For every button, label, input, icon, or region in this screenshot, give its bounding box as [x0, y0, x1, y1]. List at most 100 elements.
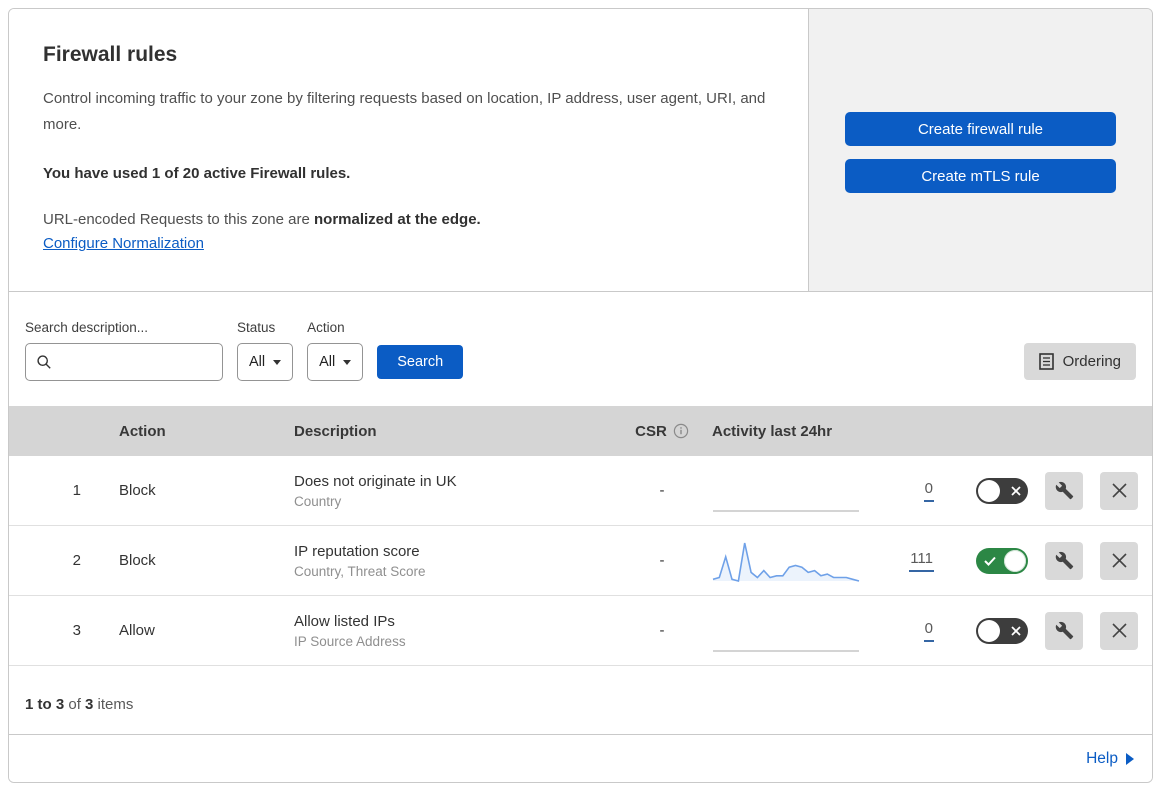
- rule-activity-cell: 0: [712, 608, 952, 654]
- table-row: 3 Allow Allow listed IPs IP Source Addre…: [9, 596, 1152, 666]
- rule-enabled-toggle[interactable]: [976, 477, 1028, 504]
- items-text: items: [93, 696, 134, 713]
- table-row: 1 Block Does not originate in UK Country…: [9, 456, 1152, 526]
- csr-header-label: CSR: [635, 422, 667, 440]
- rule-priority-number: 3: [72, 622, 81, 639]
- wrench-icon: [1055, 481, 1074, 500]
- rule-description-title: IP reputation score: [294, 542, 420, 560]
- activity-count-link[interactable]: 111: [862, 550, 934, 572]
- column-header-description: Description: [294, 422, 377, 440]
- search-button[interactable]: Search: [377, 345, 464, 379]
- rule-description-cell: Does not originate in UK Country: [274, 473, 612, 509]
- filter-bar: Search description... Status All Action …: [9, 292, 1152, 406]
- rule-description-fields: Country, Threat Score: [294, 563, 426, 579]
- arrow-right-icon: [1126, 752, 1134, 765]
- rule-description-title: Does not originate in UK: [294, 472, 457, 490]
- firewall-rules-card: Firewall rules Control incoming traffic …: [8, 8, 1153, 783]
- rule-enabled-toggle[interactable]: [976, 617, 1028, 644]
- toggle-knob: [978, 619, 1000, 642]
- rule-description-fields: Country: [294, 493, 342, 509]
- status-select-value: All: [249, 354, 266, 370]
- info-icon[interactable]: [673, 423, 689, 439]
- search-icon: [36, 354, 52, 370]
- toggle-knob: [978, 479, 1000, 502]
- page-description: Control incoming traffic to your zone by…: [43, 90, 766, 133]
- search-label: Search description...: [25, 320, 149, 335]
- delete-rule-button[interactable]: [1100, 471, 1138, 510]
- table-header-row: Action Description CSR Activity last 24h…: [9, 406, 1152, 456]
- action-field-group: Action All: [307, 320, 364, 381]
- of-text: of: [64, 696, 86, 713]
- close-icon: [1111, 552, 1128, 569]
- rule-description-cell: Allow listed IPs IP Source Address: [274, 613, 612, 649]
- column-header-action: Action: [119, 422, 166, 440]
- page-title: Firewall rules: [43, 43, 178, 66]
- rule-csr-value: -: [659, 552, 665, 569]
- search-input[interactable]: [60, 353, 212, 371]
- close-icon: [1111, 482, 1128, 499]
- rule-action: Block: [119, 552, 156, 569]
- rule-action: Block: [119, 482, 156, 499]
- help-link[interactable]: Help: [1086, 750, 1134, 768]
- activity-count-link[interactable]: 0: [862, 620, 934, 642]
- rule-controls: [952, 541, 1152, 580]
- rule-description-cell: IP reputation score Country, Threat Scor…: [274, 543, 612, 579]
- activity-sparkline: [712, 538, 862, 584]
- create-firewall-rule-button[interactable]: Create firewall rule: [845, 112, 1116, 146]
- edit-rule-button[interactable]: [1045, 611, 1083, 650]
- search-field-group: Search description...: [25, 320, 223, 381]
- action-select[interactable]: All: [307, 343, 364, 381]
- table-body: 1 Block Does not originate in UK Country…: [9, 456, 1152, 666]
- activity-sparkline: [712, 468, 862, 514]
- rule-description-fields: IP Source Address: [294, 633, 406, 649]
- rule-csr-value: -: [659, 482, 665, 499]
- rule-priority-number: 1: [72, 482, 81, 499]
- rule-priority-number: 2: [72, 552, 81, 569]
- normalization-bold: normalized at the edge.: [314, 211, 481, 228]
- range-text: 1 to 3: [25, 696, 65, 713]
- toggle-state-icon: [1011, 625, 1021, 636]
- ordering-button[interactable]: Ordering: [1023, 343, 1136, 380]
- create-mtls-rule-button[interactable]: Create mTLS rule: [845, 159, 1116, 193]
- rule-controls: [952, 471, 1152, 510]
- ordering-button-label: Ordering: [1062, 353, 1121, 370]
- header-panel: Firewall rules Control incoming traffic …: [9, 9, 809, 291]
- pagination-summary: 1 to 3 of 3 items: [9, 666, 1152, 734]
- help-link-label: Help: [1086, 749, 1118, 767]
- edit-rule-button[interactable]: [1045, 471, 1083, 510]
- rule-description-title: Allow listed IPs: [294, 612, 395, 630]
- column-header-activity: Activity last 24hr: [712, 422, 833, 440]
- delete-rule-button[interactable]: [1100, 541, 1138, 580]
- delete-rule-button[interactable]: [1100, 611, 1138, 650]
- rule-activity-cell: 111: [712, 538, 952, 584]
- rule-enabled-toggle[interactable]: [976, 547, 1028, 574]
- rule-action: Allow: [119, 622, 155, 639]
- rule-controls: [952, 611, 1152, 650]
- toggle-knob: [1004, 549, 1026, 572]
- wrench-icon: [1055, 621, 1074, 640]
- status-label: Status: [237, 320, 276, 335]
- activity-count-link[interactable]: 0: [862, 480, 934, 502]
- rule-activity-cell: 0: [712, 468, 952, 514]
- normalization-prefix: URL-encoded Requests to this zone are: [43, 211, 314, 228]
- column-header-csr: CSR: [612, 423, 712, 440]
- action-label: Action: [307, 320, 345, 335]
- close-icon: [1111, 622, 1128, 639]
- configure-normalization-link[interactable]: Configure Normalization: [43, 235, 204, 252]
- top-section: Firewall rules Control incoming traffic …: [9, 9, 1152, 292]
- edit-rule-button[interactable]: [1045, 541, 1083, 580]
- normalization-text: URL-encoded Requests to this zone are no…: [43, 211, 768, 228]
- toggle-state-icon: [984, 556, 996, 566]
- cta-panel: Create firewall rule Create mTLS rule: [809, 9, 1152, 291]
- rule-csr-value: -: [659, 622, 665, 639]
- status-field-group: Status All: [237, 320, 294, 381]
- usage-text: You have used 1 of 20 active Firewall ru…: [43, 165, 351, 182]
- activity-sparkline: [712, 608, 862, 654]
- wrench-icon: [1055, 551, 1074, 570]
- status-select[interactable]: All: [237, 343, 294, 381]
- chevron-down-icon: [273, 359, 282, 365]
- search-box[interactable]: [25, 343, 223, 381]
- toggle-state-icon: [1011, 485, 1021, 496]
- action-select-value: All: [319, 354, 336, 370]
- ordering-list-icon: [1038, 353, 1054, 370]
